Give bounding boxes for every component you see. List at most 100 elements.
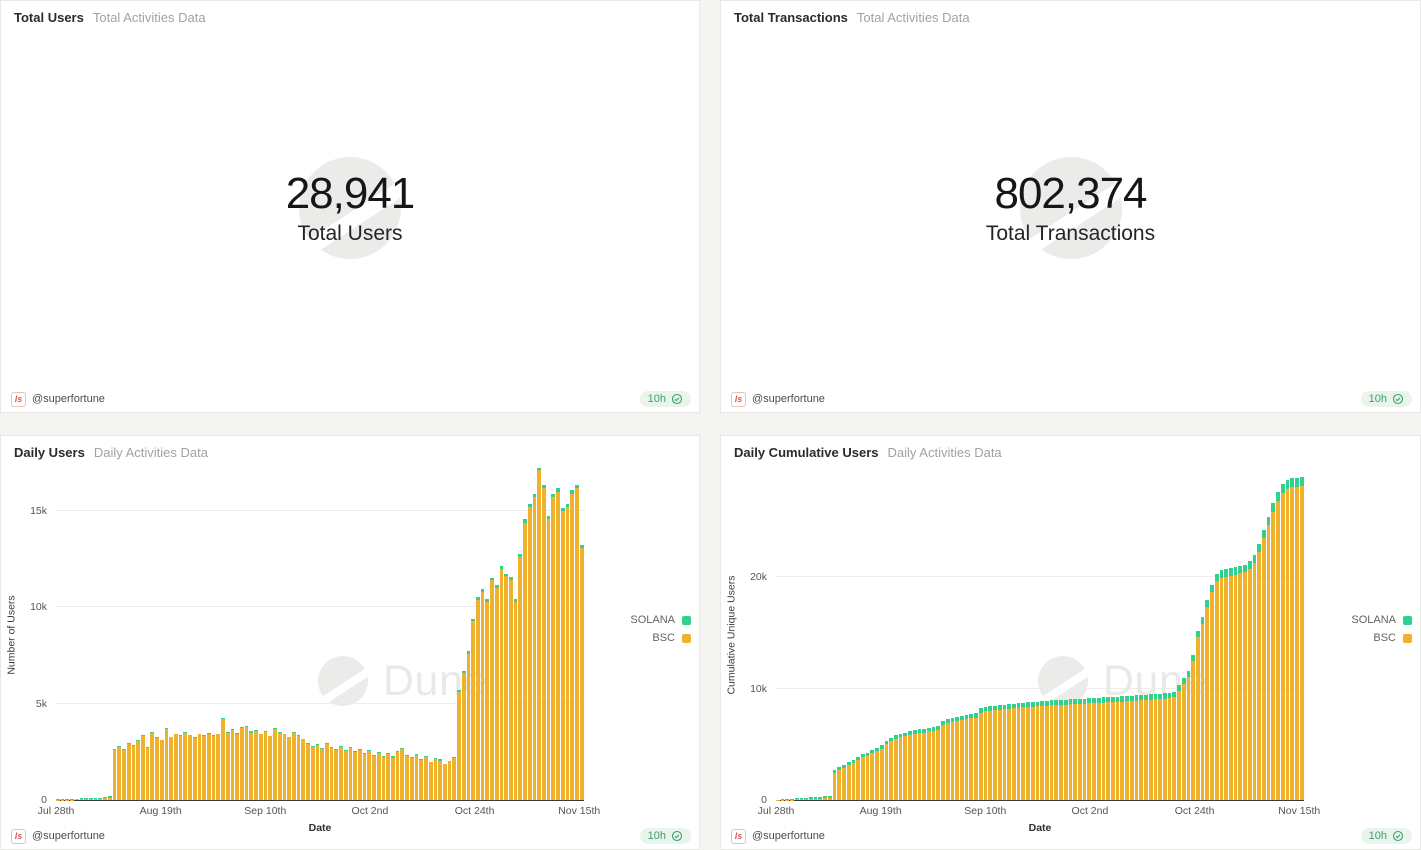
bar[interactable] — [405, 755, 409, 800]
panel-title-link[interactable]: Total Users — [14, 10, 84, 25]
bar[interactable] — [311, 746, 315, 800]
bar[interactable] — [790, 799, 794, 800]
bar[interactable] — [438, 759, 442, 800]
bar[interactable] — [278, 732, 282, 800]
bar[interactable] — [349, 747, 353, 800]
bar[interactable] — [273, 728, 277, 800]
bar[interactable] — [240, 727, 244, 800]
bar[interactable] — [113, 749, 117, 800]
bar[interactable] — [894, 735, 898, 800]
bar[interactable] — [889, 738, 893, 800]
bar[interactable] — [122, 749, 126, 800]
bar[interactable] — [969, 714, 973, 800]
bar[interactable] — [818, 797, 822, 800]
bar[interactable] — [396, 751, 400, 800]
bar[interactable] — [325, 743, 329, 800]
bar[interactable] — [870, 750, 874, 800]
bar[interactable] — [1078, 699, 1082, 800]
bar[interactable] — [353, 751, 357, 800]
bar[interactable] — [61, 799, 65, 800]
bar[interactable] — [372, 755, 376, 800]
bar[interactable] — [419, 759, 423, 800]
bar[interactable] — [1036, 702, 1040, 800]
bar[interactable] — [903, 733, 907, 800]
bar[interactable] — [1224, 569, 1228, 800]
bar[interactable] — [448, 761, 452, 800]
bar[interactable] — [1182, 678, 1186, 800]
bar[interactable] — [899, 734, 903, 800]
bar[interactable] — [1229, 568, 1233, 800]
bar[interactable] — [292, 732, 296, 800]
bar[interactable] — [481, 589, 485, 800]
bar[interactable] — [1234, 567, 1238, 800]
bar[interactable] — [918, 729, 922, 800]
bar[interactable] — [1040, 701, 1044, 800]
bar[interactable] — [382, 756, 386, 800]
author-link[interactable]: ls @superfortune — [11, 829, 105, 844]
bar[interactable] — [1290, 478, 1294, 800]
bar[interactable] — [462, 671, 466, 800]
bar[interactable] — [1007, 704, 1011, 800]
bar[interactable] — [936, 726, 940, 800]
bar[interactable] — [344, 750, 348, 800]
bar[interactable] — [1215, 574, 1219, 800]
bar[interactable] — [1172, 692, 1176, 800]
bar[interactable] — [301, 739, 305, 800]
bar[interactable] — [495, 585, 499, 800]
bar[interactable] — [1026, 702, 1030, 800]
bar[interactable] — [804, 798, 808, 800]
bar[interactable] — [193, 737, 197, 800]
bar[interactable] — [476, 597, 480, 800]
bar[interactable] — [165, 728, 169, 800]
bar[interactable] — [852, 760, 856, 800]
refresh-badge[interactable]: 10h — [640, 391, 691, 407]
bar[interactable] — [951, 718, 955, 800]
bar[interactable] — [823, 796, 827, 800]
bar[interactable] — [785, 799, 789, 800]
bar[interactable] — [212, 735, 216, 800]
bar[interactable] — [856, 757, 860, 800]
bar[interactable] — [367, 750, 371, 800]
bar[interactable] — [179, 735, 183, 800]
bar[interactable] — [1253, 555, 1257, 800]
bar[interactable] — [1144, 695, 1148, 800]
bar[interactable] — [828, 796, 832, 800]
bar[interactable] — [316, 744, 320, 800]
bar[interactable] — [146, 747, 150, 800]
bar[interactable] — [1017, 703, 1021, 800]
bar[interactable] — [1201, 617, 1205, 800]
bar[interactable] — [927, 728, 931, 800]
bar[interactable] — [1158, 694, 1162, 800]
bar[interactable] — [264, 731, 268, 800]
bar[interactable] — [103, 797, 107, 800]
bar[interactable] — [509, 577, 513, 800]
bar[interactable] — [132, 745, 136, 800]
bar[interactable] — [287, 737, 291, 800]
bar[interactable] — [221, 718, 225, 800]
bar[interactable] — [781, 799, 785, 800]
bar[interactable] — [1257, 544, 1261, 800]
bar[interactable] — [1097, 698, 1101, 800]
bar[interactable] — [795, 798, 799, 800]
bar[interactable] — [1092, 698, 1096, 800]
bar[interactable] — [400, 748, 404, 800]
bar[interactable] — [306, 743, 310, 800]
bar[interactable] — [875, 748, 879, 800]
bar[interactable] — [1191, 655, 1195, 800]
bar[interactable] — [84, 798, 88, 800]
bar[interactable] — [1045, 701, 1049, 800]
panel-title-link[interactable]: Daily Users — [14, 445, 85, 460]
bar[interactable] — [452, 757, 456, 800]
bar[interactable] — [1083, 699, 1087, 800]
bar[interactable] — [556, 488, 560, 800]
bar[interactable] — [1300, 477, 1304, 800]
bar[interactable] — [117, 746, 121, 800]
bar[interactable] — [809, 797, 813, 800]
bar[interactable] — [1087, 698, 1091, 800]
bar[interactable] — [537, 467, 541, 800]
bar[interactable] — [1054, 700, 1058, 800]
bar[interactable] — [974, 713, 978, 800]
bar[interactable] — [908, 731, 912, 800]
bar[interactable] — [70, 799, 74, 800]
bar[interactable] — [946, 719, 950, 800]
